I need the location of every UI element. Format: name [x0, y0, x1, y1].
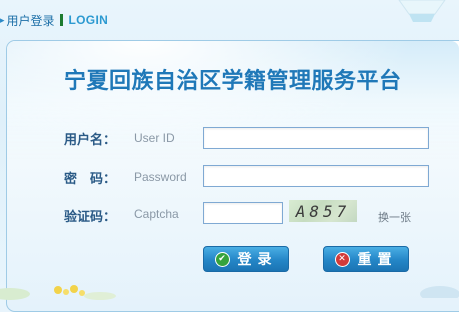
- captcha-text: A857: [295, 201, 351, 221]
- password-label: 密 码：: [64, 172, 117, 187]
- username-label: 用户名：: [64, 133, 117, 148]
- change-captcha-link[interactable]: 换一张: [378, 209, 411, 225]
- captcha-hint: Captcha: [134, 207, 179, 221]
- reset-button-label: 重置: [357, 252, 398, 268]
- login-button[interactable]: ✔ 登录: [203, 246, 289, 272]
- reset-button[interactable]: ✕ 重置: [323, 246, 409, 272]
- username-input[interactable]: [203, 127, 429, 149]
- decorative-cube-icon: [398, 0, 446, 22]
- decorative-corner-icon: [420, 286, 459, 298]
- password-input[interactable]: [203, 165, 429, 187]
- captcha-image[interactable]: A857: [289, 200, 357, 222]
- password-hint: Password: [134, 170, 187, 184]
- login-label-cn: 用户登录: [6, 13, 55, 28]
- x-icon: ✕: [334, 251, 350, 267]
- divider-bar: [59, 14, 63, 26]
- captcha-input[interactable]: [203, 202, 283, 224]
- login-label-en: LOGIN: [68, 13, 109, 27]
- login-button-label: 登录: [237, 252, 278, 268]
- captcha-label: 验证码：: [64, 210, 117, 225]
- page-title: 宁夏回族自治区学籍管理服务平台: [64, 69, 402, 94]
- triangle-right-icon: ▸: [0, 14, 5, 25]
- breadcrumb: ▸ 用户登录 LOGIN: [0, 10, 108, 30]
- check-icon: ✔: [214, 251, 230, 267]
- username-hint: User ID: [134, 131, 175, 145]
- decorative-flowers-icon: [0, 285, 116, 300]
